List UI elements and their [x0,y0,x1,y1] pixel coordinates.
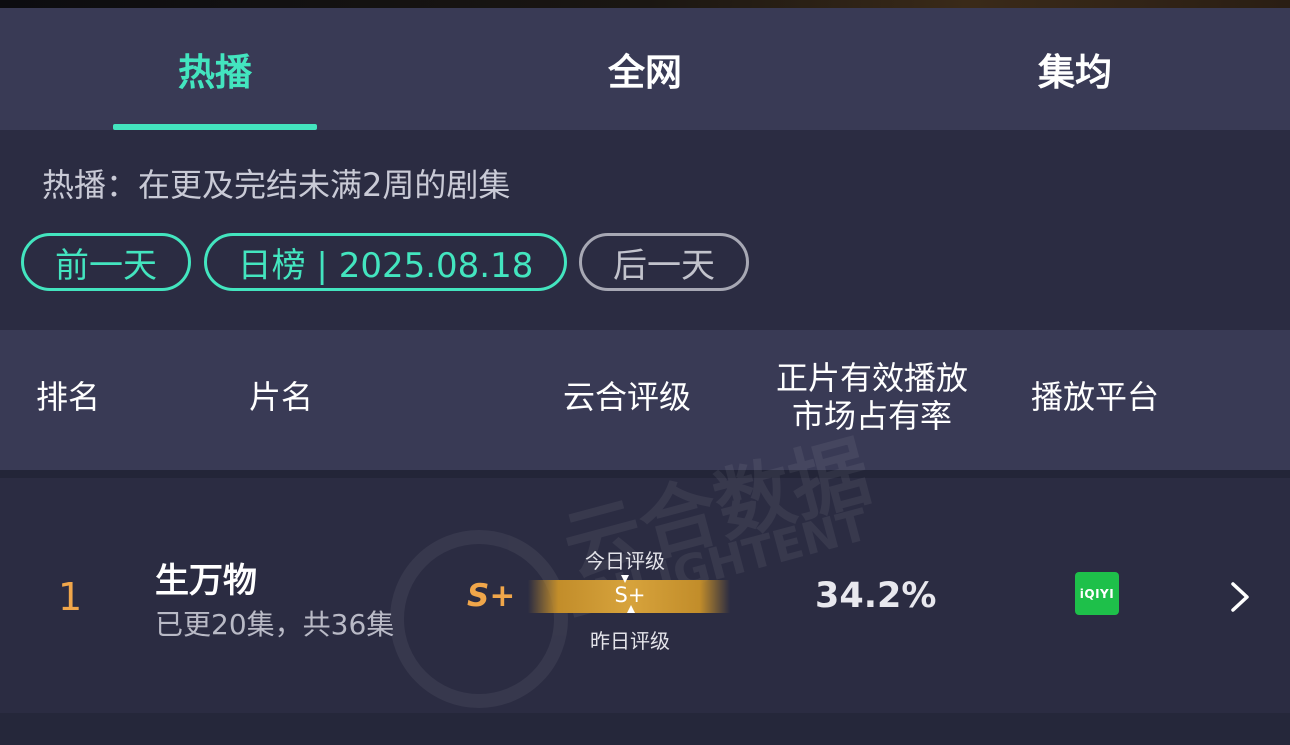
tab-all-network[interactable]: 全网 [430,8,860,130]
bottom-strip [0,713,1290,745]
column-header-title: 片名 [249,378,314,416]
iqiyi-logo-text: iQIYI [1079,586,1115,601]
column-header-market-share-line1: 正片有效播放 [775,359,968,397]
top-strip [0,0,1290,8]
tab-bar: 热播 全网 集均 [0,8,1290,130]
previous-day-button[interactable]: 前一天 [21,233,191,291]
today-marker-icon [621,575,629,583]
tab-episode-average[interactable]: 集均 [860,8,1290,130]
header-divider [0,470,1290,478]
next-day-button[interactable]: 后一天 [579,233,749,291]
column-header-market-share: 正片有效播放 市场占有率 [762,359,982,435]
column-header-market-share-line2: 市场占有率 [791,397,952,435]
yesterday-marker-icon [627,605,635,613]
row-grade: S+ [467,578,516,614]
tab-hot[interactable]: 热播 [0,8,430,130]
column-header-platform: 播放平台 [1031,378,1160,416]
iqiyi-icon[interactable]: iQIYI [1075,572,1119,615]
row-market-share: 34.2% [815,576,937,616]
column-header-rating: 云合评级 [563,378,692,416]
row-title[interactable]: 生万物 [155,553,257,602]
row-episode-status: 已更20集，共36集 [155,608,395,641]
row-rank: 1 [58,575,83,619]
rating-bar-grade: S+ [614,583,646,607]
today-rating-label: 今日评级 [585,549,665,573]
ranking-description: 热播：在更及完结未满2周的剧集 [42,166,511,204]
date-selector-button[interactable]: 日榜 | 2025.08.18 [204,233,567,291]
yesterday-rating-label: 昨日评级 [590,629,670,653]
chevron-right-icon[interactable] [1225,580,1255,614]
column-header-rank: 排名 [36,378,101,416]
